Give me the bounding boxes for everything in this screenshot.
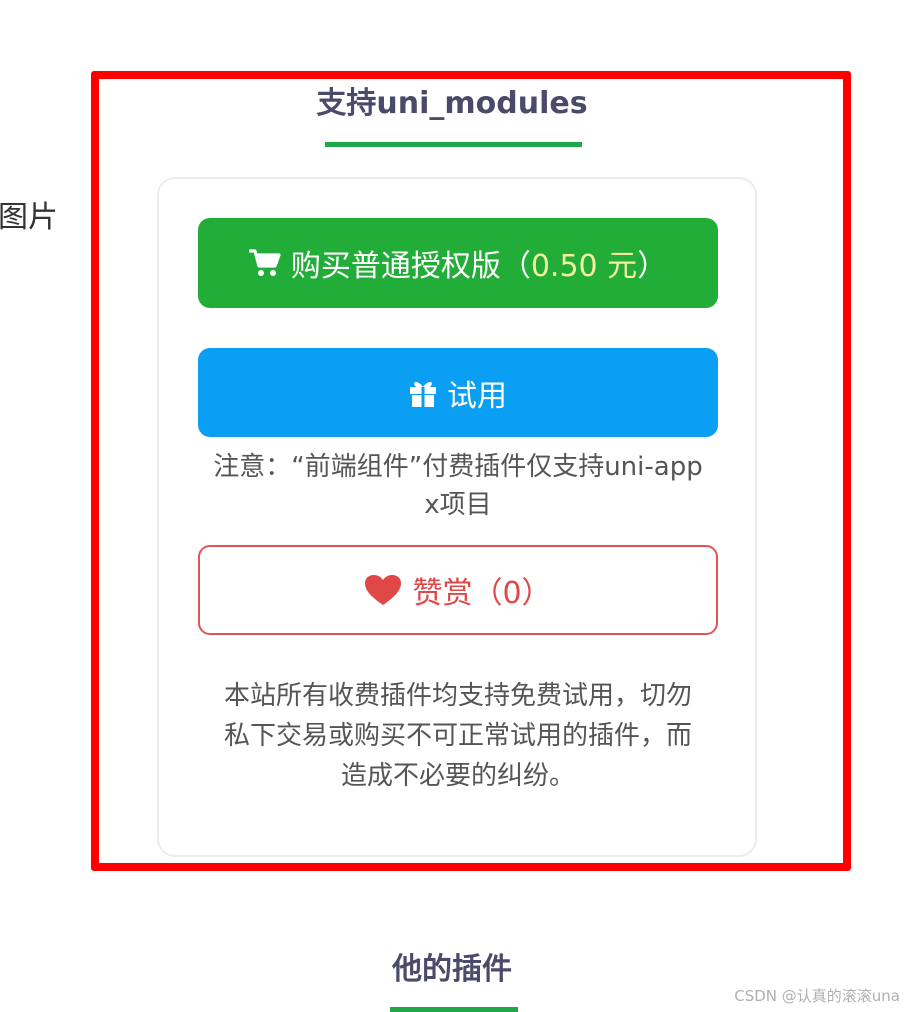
- partial-heading-fragment: 图片: [0, 200, 58, 235]
- section-title-his-plugins: 他的插件: [392, 952, 512, 987]
- title-underline: [390, 1007, 518, 1012]
- csdn-watermark: CSDN @认真的滚滚una: [734, 987, 900, 1005]
- red-highlight-frame: [91, 71, 851, 871]
